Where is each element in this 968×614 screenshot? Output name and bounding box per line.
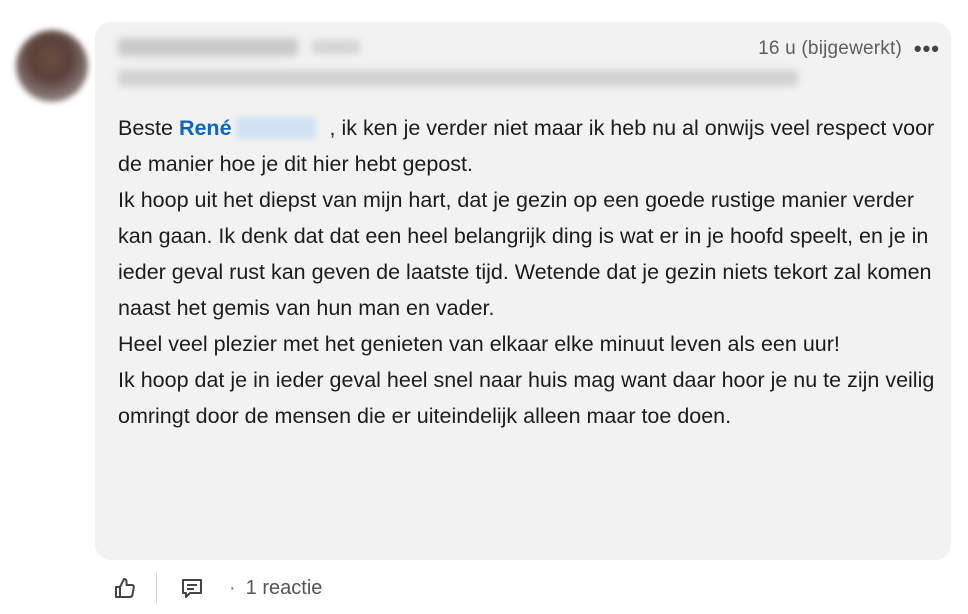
- comment-icon: [182, 579, 202, 598]
- author-headline-redacted: [118, 70, 798, 86]
- reply-button[interactable]: [179, 575, 205, 601]
- comment-actions: · 1 reactie: [112, 568, 322, 608]
- comment-paragraph-2: Ik hoop uit het diepst van mijn hart, da…: [118, 188, 932, 320]
- author-avatar[interactable]: [16, 30, 88, 102]
- comment-paragraph-4: Ik hoop dat je in ieder geval heel snel …: [118, 368, 935, 428]
- more-options-icon[interactable]: •••: [914, 38, 940, 60]
- greeting-text: Beste: [118, 116, 179, 140]
- connection-degree-redacted: [312, 40, 360, 54]
- comment-text: Beste René , ik ken je verder niet maar …: [118, 110, 938, 434]
- mention-surname-redacted: [235, 117, 316, 139]
- author-name-redacted[interactable]: [118, 38, 298, 56]
- action-divider: [156, 573, 157, 603]
- like-button[interactable]: [112, 575, 138, 601]
- comment-container: 16 u (bijgewerkt) ••• Beste René , ik ke…: [0, 0, 968, 614]
- separator-dot: ·: [229, 576, 236, 599]
- comment-paragraph-3: Heel veel plezier met het genieten van e…: [118, 332, 840, 356]
- comment-paragraph-1: Beste René , ik ken je verder niet maar …: [118, 110, 938, 182]
- thumbs-up-icon: [115, 578, 135, 598]
- comment-timestamp: 16 u (bijgewerkt): [758, 38, 902, 59]
- reply-count-link[interactable]: 1 reactie: [246, 577, 323, 600]
- mention-link[interactable]: René: [179, 116, 232, 140]
